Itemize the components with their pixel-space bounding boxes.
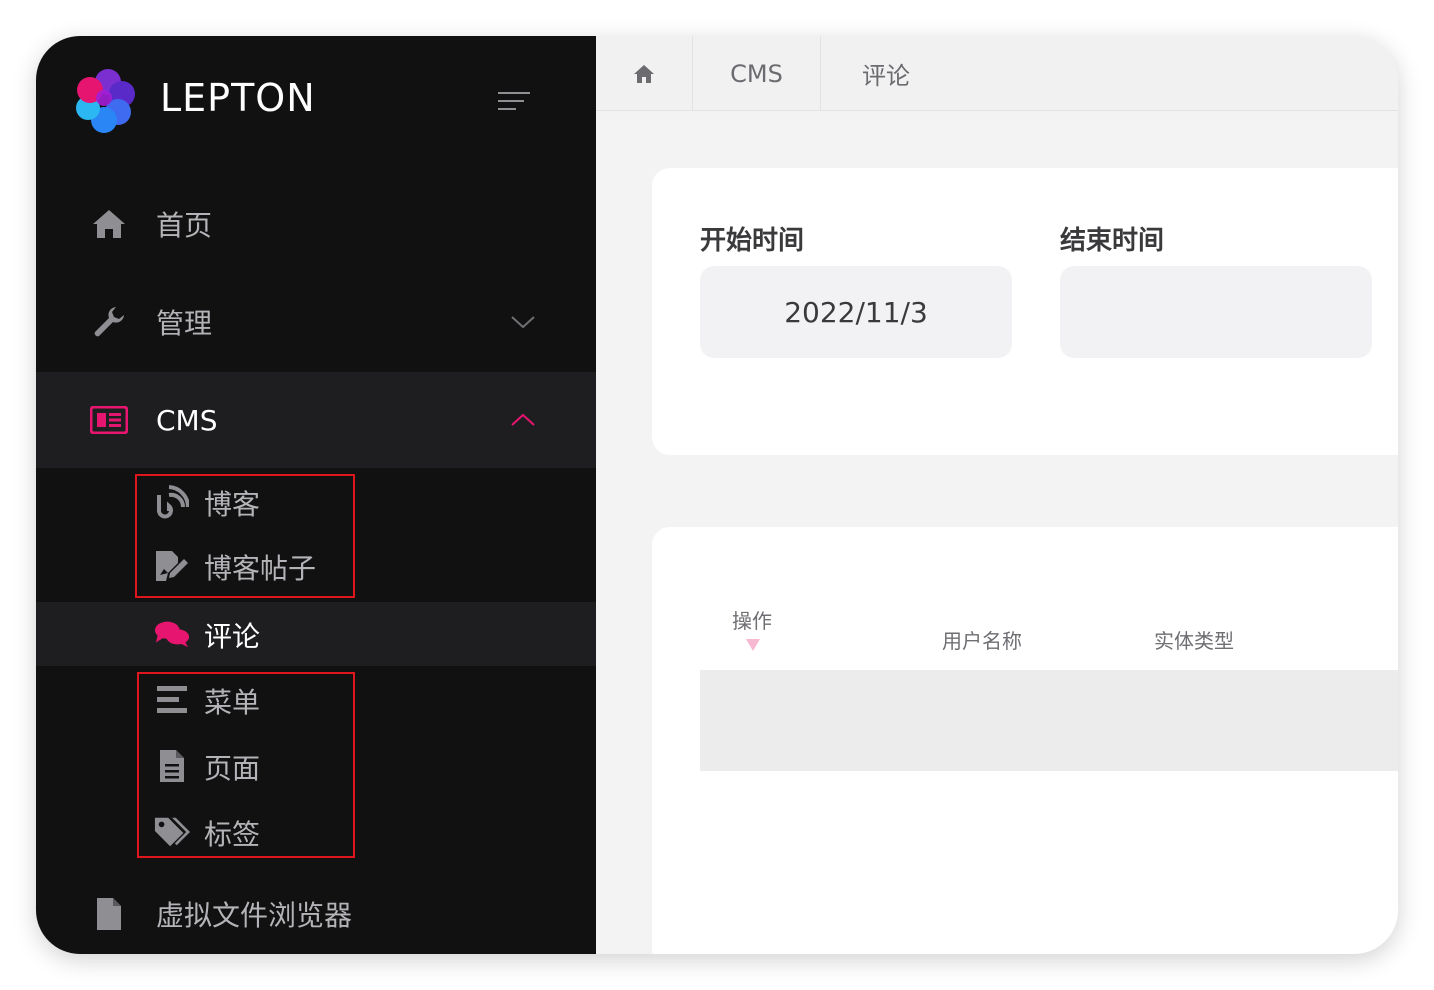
breadcrumb-home[interactable] [596, 36, 693, 111]
sidebar-item-label: 首页 [156, 209, 213, 242]
chevron-down-icon [511, 316, 535, 329]
sidebar-item-file-browser[interactable]: 虚拟文件浏览器 [36, 866, 596, 954]
sidebar-subitem-menus[interactable]: 菜单 [36, 668, 596, 732]
comments-icon [154, 616, 190, 652]
sidebar-item-cms[interactable]: CMS [36, 372, 596, 468]
wrench-icon [90, 303, 128, 341]
sidebar-subitem-blog-posts[interactable]: 博客帖子 [36, 534, 596, 598]
column-header-entity-type[interactable]: 实体类型 [1154, 625, 1234, 654]
app-window: LEPTON 首页 管理 CMS 博客 博客帖子 评论 菜单 页面 标签 虚拟文… [36, 36, 1398, 954]
sidebar-subitem-label: 博客 [204, 488, 261, 521]
home-icon [90, 205, 128, 243]
lepton-logo [76, 69, 135, 133]
brand-name: LEPTON [160, 76, 316, 120]
sidebar-item-label: 管理 [156, 307, 213, 340]
breadcrumb-current: 评论 [862, 62, 910, 90]
column-header-actions[interactable]: 操作 [732, 605, 772, 634]
blog-icon [154, 484, 190, 520]
sidebar-subitem-tags[interactable]: 标签 [36, 800, 596, 864]
sidebar-subitem-pages[interactable]: 页面 [36, 734, 596, 798]
tags-icon [154, 814, 190, 850]
start-time-input[interactable]: 2022/11/3 [700, 266, 1012, 358]
end-time-input[interactable] [1060, 266, 1372, 358]
sidebar-item-admin[interactable]: 管理 [36, 274, 596, 370]
sidebar-subitem-label: 标签 [204, 818, 261, 851]
sidebar: LEPTON 首页 管理 CMS 博客 博客帖子 评论 菜单 页面 标签 虚拟文… [36, 36, 596, 954]
file-edit-icon [154, 548, 190, 584]
sidebar-subitem-label: 菜单 [204, 686, 261, 719]
sidebar-subitem-comments[interactable]: 评论 [36, 602, 596, 666]
sidebar-item-home[interactable]: 首页 [36, 176, 596, 272]
document-icon [154, 748, 190, 784]
file-icon [90, 895, 128, 933]
comments-table: 操作 用户名称 实体类型 [652, 527, 1398, 954]
filter-card: 开始时间 2022/11/3 结束时间 [652, 168, 1398, 455]
sidebar-item-label: 虚拟文件浏览器 [156, 899, 353, 932]
breadcrumb: CMS 评论 [596, 36, 1398, 111]
sidebar-subitem-label: 页面 [204, 752, 261, 785]
sidebar-subitem-blog[interactable]: 博客 [36, 470, 596, 534]
start-time-label: 开始时间 [700, 226, 805, 256]
sort-desc-icon[interactable] [746, 639, 760, 651]
main-content: CMS 评论 开始时间 2022/11/3 结束时间 操作 用户名称 实体类型 [596, 36, 1398, 954]
breadcrumb-cms[interactable]: CMS [693, 36, 821, 111]
sidebar-subitem-label: 评论 [204, 620, 261, 653]
menu-collapse-icon[interactable] [498, 92, 532, 114]
end-time-label: 结束时间 [1060, 226, 1165, 256]
sidebar-subitem-label: 博客帖子 [204, 552, 317, 585]
table-row[interactable] [700, 670, 1398, 771]
sidebar-item-label: CMS [156, 403, 218, 437]
home-icon [634, 64, 654, 83]
column-header-user-name[interactable]: 用户名称 [942, 625, 1022, 654]
chevron-up-icon [511, 413, 535, 426]
menu-lines-icon [154, 682, 190, 718]
newspaper-icon [90, 401, 128, 439]
